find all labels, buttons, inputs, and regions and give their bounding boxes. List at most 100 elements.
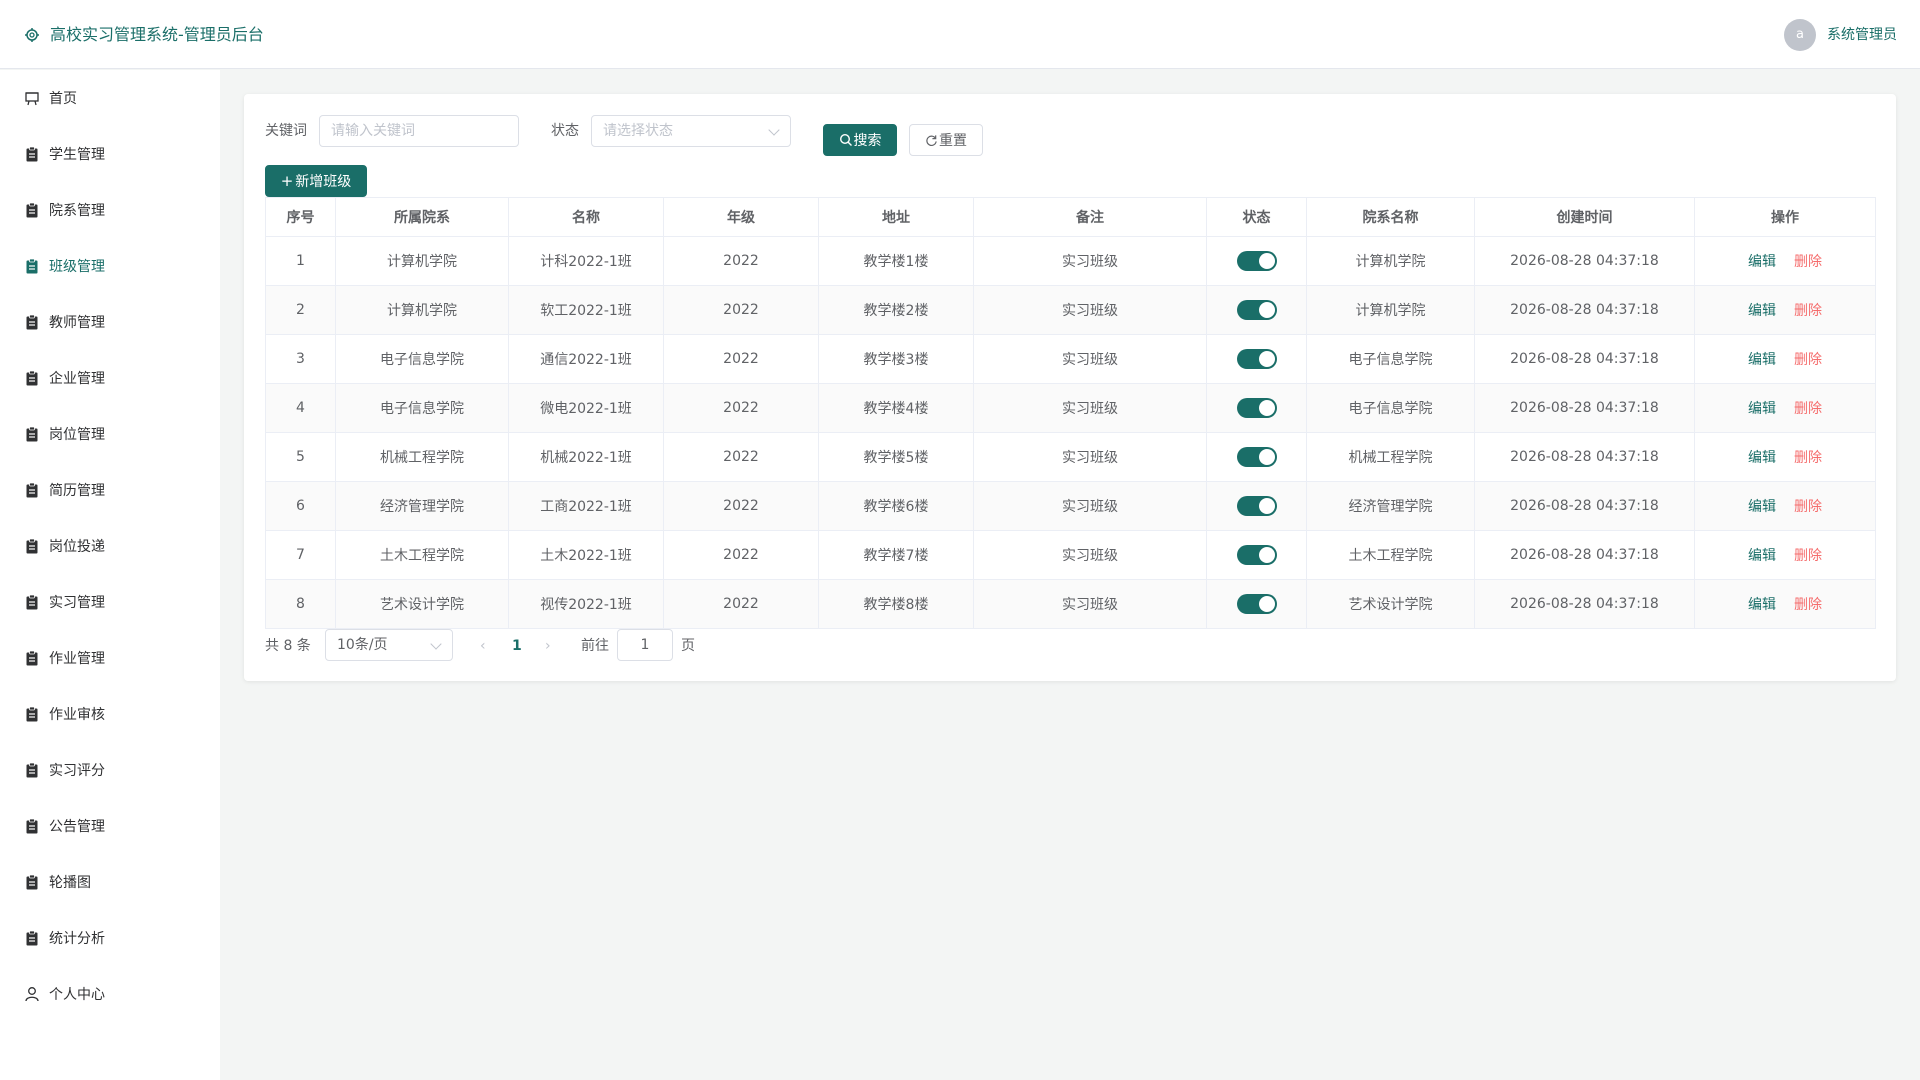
table-row: 2 计算机学院 软工2022-1班 2022 教学楼2楼 实习班级 计算机学院 2026-08… [265, 285, 1876, 335]
username[interactable]: 系统管理员 [1827, 25, 1897, 45]
cell-status [1206, 579, 1307, 629]
edit-button[interactable]: 编辑 [1748, 401, 1776, 417]
delete-button[interactable]: 删除 [1794, 548, 1822, 564]
delete-button[interactable]: 删除 [1794, 450, 1822, 466]
cell-grade: 2022 [663, 334, 819, 384]
table-row: 8 艺术设计学院 视传2022-1班 2022 教学楼8楼 实习班级 艺术设计学院 2026-… [265, 579, 1876, 629]
search-button[interactable]: 搜索 [823, 124, 897, 156]
sidebar-item-label: 教师管理 [49, 315, 105, 331]
sidebar-item-4[interactable]: 教师管理 [0, 294, 220, 350]
add-class-button[interactable]: + 新增班级 [265, 165, 367, 197]
cell-status [1206, 236, 1307, 286]
gear-icon [25, 28, 39, 42]
cell-name: 通信2022-1班 [508, 334, 664, 384]
delete-button[interactable]: 删除 [1794, 499, 1822, 515]
cell-name: 工商2022-1班 [508, 481, 664, 531]
cell-status [1206, 334, 1307, 384]
toggle-knob [1258, 400, 1275, 416]
cell-remark: 实习班级 [973, 285, 1207, 335]
sidebar-item-label: 统计分析 [49, 931, 105, 947]
sidebar-item-3[interactable]: 班级管理 [0, 238, 220, 294]
edit-button[interactable]: 编辑 [1748, 450, 1776, 466]
sidebar-item-14[interactable]: 轮播图 [0, 854, 220, 910]
status-toggle[interactable] [1236, 251, 1277, 271]
status-toggle[interactable] [1236, 349, 1277, 369]
sidebar-item-9[interactable]: 实习管理 [0, 574, 220, 630]
sidebar-item-1[interactable]: 学生管理 [0, 126, 220, 182]
cell-remark: 实习班级 [973, 481, 1207, 531]
sidebar-item-13[interactable]: 公告管理 [0, 798, 220, 854]
status-toggle[interactable] [1236, 398, 1277, 418]
sidebar-item-6[interactable]: 岗位管理 [0, 406, 220, 462]
sidebar-item-7[interactable]: 简历管理 [0, 462, 220, 518]
cell-address: 教学楼4楼 [818, 383, 974, 433]
table-row: 3 电子信息学院 通信2022-1班 2022 教学楼3楼 实习班级 电子信息学院 2026-… [265, 334, 1876, 384]
reset-button[interactable]: 重置 [909, 124, 983, 156]
status-toggle[interactable] [1236, 594, 1277, 614]
edit-button[interactable]: 编辑 [1748, 303, 1776, 319]
prev-page-button[interactable]: ‹ [480, 636, 486, 656]
cell-status [1206, 481, 1307, 531]
edit-button[interactable]: 编辑 [1748, 352, 1776, 368]
status-toggle[interactable] [1236, 300, 1277, 320]
cell-dept: 经济管理学院 [335, 481, 509, 531]
cell-name: 机械2022-1班 [508, 432, 664, 482]
next-page-button[interactable]: › [545, 636, 551, 656]
sidebar-item-11[interactable]: 作业审核 [0, 686, 220, 742]
search-icon [839, 133, 852, 146]
cell-address: 教学楼1楼 [818, 236, 974, 286]
sidebar-item-15[interactable]: 统计分析 [0, 910, 220, 966]
sidebar-item-label: 首页 [49, 91, 77, 107]
goto-page-input[interactable]: 1 [617, 629, 673, 661]
toggle-knob [1258, 498, 1275, 514]
sidebar-item-12[interactable]: 实习评分 [0, 742, 220, 798]
delete-button[interactable]: 删除 [1794, 352, 1822, 368]
sidebar-item-label: 岗位投递 [49, 539, 105, 555]
status-toggle[interactable] [1236, 496, 1277, 516]
sidebar-item-2[interactable]: 院系管理 [0, 182, 220, 238]
page-size-value: 10条/页 [337, 637, 388, 653]
delete-button[interactable]: 删除 [1794, 401, 1822, 417]
cell-address: 教学楼5楼 [818, 432, 974, 482]
page-size-select[interactable]: 10条/页 [325, 629, 453, 661]
sidebar-item-label: 轮播图 [49, 875, 91, 891]
cell-no: 6 [265, 481, 336, 531]
status-label: 状态 [551, 123, 579, 139]
clipboard-icon [26, 594, 38, 610]
sidebar-item-5[interactable]: 企业管理 [0, 350, 220, 406]
clipboard-icon [26, 314, 38, 330]
table-header-row: 序号 所属院系 名称 年级 地址 备注 状态 院系名称 创建时间 操作 [265, 197, 1876, 237]
status-toggle[interactable] [1236, 545, 1277, 565]
sidebar-item-label: 院系管理 [49, 203, 105, 219]
sidebar-item-10[interactable]: 作业管理 [0, 630, 220, 686]
sidebar-item-16[interactable]: 个人中心 [0, 966, 220, 1022]
avatar[interactable]: a [1784, 19, 1816, 51]
edit-button[interactable]: 编辑 [1748, 254, 1776, 270]
cell-actions: 编辑 删除 [1694, 236, 1876, 286]
edit-button[interactable]: 编辑 [1748, 548, 1776, 564]
cell-created: 2026-08-28 04:37:18 [1474, 530, 1695, 580]
clipboard-icon [26, 538, 38, 554]
edit-button[interactable]: 编辑 [1748, 499, 1776, 515]
status-select[interactable]: 请选择状态 [591, 115, 791, 147]
delete-button[interactable]: 删除 [1794, 597, 1822, 613]
cell-grade: 2022 [663, 432, 819, 482]
sidebar-item-label: 公告管理 [49, 819, 105, 835]
page-number-1[interactable]: 1 [512, 636, 522, 656]
sidebar-item-0[interactable]: 首页 [0, 70, 220, 126]
clipboard-icon [26, 930, 38, 946]
cell-no: 4 [265, 383, 336, 433]
cell-actions: 编辑 删除 [1694, 334, 1876, 384]
sidebar-item-8[interactable]: 岗位投递 [0, 518, 220, 574]
cell-no: 3 [265, 334, 336, 384]
cell-no: 5 [265, 432, 336, 482]
keyword-label: 关键词 [265, 123, 307, 139]
cell-address: 教学楼7楼 [818, 530, 974, 580]
delete-button[interactable]: 删除 [1794, 303, 1822, 319]
cell-remark: 实习班级 [973, 530, 1207, 580]
toggle-knob [1258, 449, 1275, 465]
status-toggle[interactable] [1236, 447, 1277, 467]
edit-button[interactable]: 编辑 [1748, 597, 1776, 613]
keyword-input[interactable]: 请输入关键词 [319, 115, 519, 147]
delete-button[interactable]: 删除 [1794, 254, 1822, 270]
